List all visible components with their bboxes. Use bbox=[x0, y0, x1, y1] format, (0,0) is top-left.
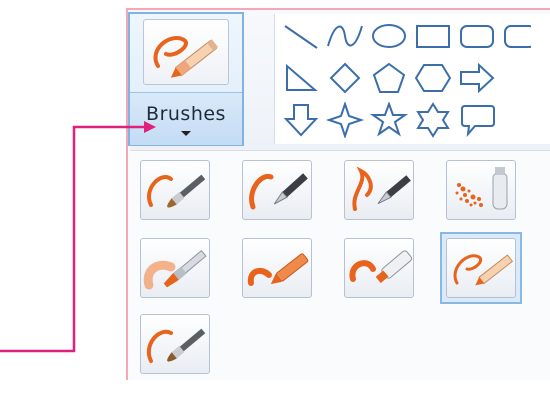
right-triangle-shape-icon[interactable] bbox=[281, 60, 321, 96]
crayon-icon bbox=[242, 238, 312, 298]
five-point-star-shape-icon[interactable] bbox=[369, 101, 409, 138]
oval-shape-icon[interactable] bbox=[369, 18, 409, 54]
calligraphy-brush-2-icon bbox=[344, 160, 414, 220]
down-arrow-shape-icon[interactable] bbox=[281, 102, 321, 138]
crayon-brush-icon bbox=[143, 19, 229, 85]
brushes-button[interactable]: Brushes bbox=[128, 12, 244, 146]
rectangle-shape-icon[interactable] bbox=[413, 18, 453, 54]
brushes-button-top[interactable] bbox=[130, 14, 242, 90]
callout-shape-icon[interactable] bbox=[457, 102, 497, 138]
brush-type-watercolor[interactable] bbox=[134, 308, 216, 380]
chevron-down-icon bbox=[181, 131, 191, 136]
six-point-star-shape-icon[interactable] bbox=[413, 102, 453, 138]
brush-type-calligraphy-1[interactable] bbox=[236, 154, 318, 226]
brush-type-airbrush[interactable] bbox=[440, 154, 522, 226]
diamond-shape-icon[interactable] bbox=[325, 60, 365, 96]
brush-type-oil[interactable] bbox=[134, 232, 216, 304]
brush-type-calligraphy-2[interactable] bbox=[338, 154, 420, 226]
natural-pencil-icon bbox=[446, 238, 516, 298]
marker-icon bbox=[344, 238, 414, 298]
rounded-rectangle-shape-icon[interactable] bbox=[457, 18, 497, 54]
curve-shape-icon[interactable] bbox=[325, 18, 365, 54]
pentagon-shape-icon[interactable] bbox=[369, 60, 409, 96]
brushes-dropdown-area[interactable]: Brushes bbox=[130, 92, 242, 145]
hexagon-shape-icon[interactable] bbox=[413, 60, 453, 96]
airbrush-icon bbox=[446, 160, 516, 220]
brush-type-marker[interactable] bbox=[338, 232, 420, 304]
four-point-star-shape-icon[interactable] bbox=[325, 100, 365, 140]
brush-type-brush[interactable] bbox=[134, 154, 216, 226]
partial-shape-icon[interactable] bbox=[501, 18, 536, 54]
brush-icon bbox=[140, 160, 210, 220]
watercolor-brush-icon bbox=[140, 314, 210, 374]
brush-type-natural-pencil[interactable] bbox=[440, 232, 522, 304]
line-shape-icon[interactable] bbox=[281, 18, 321, 54]
right-arrow-shape-icon[interactable] bbox=[457, 60, 497, 96]
calligraphy-brush-1-icon bbox=[242, 160, 312, 220]
brushes-label: Brushes bbox=[146, 103, 226, 125]
oil-brush-icon bbox=[140, 238, 210, 298]
shapes-gallery bbox=[274, 14, 550, 144]
brush-type-crayon[interactable] bbox=[236, 232, 318, 304]
